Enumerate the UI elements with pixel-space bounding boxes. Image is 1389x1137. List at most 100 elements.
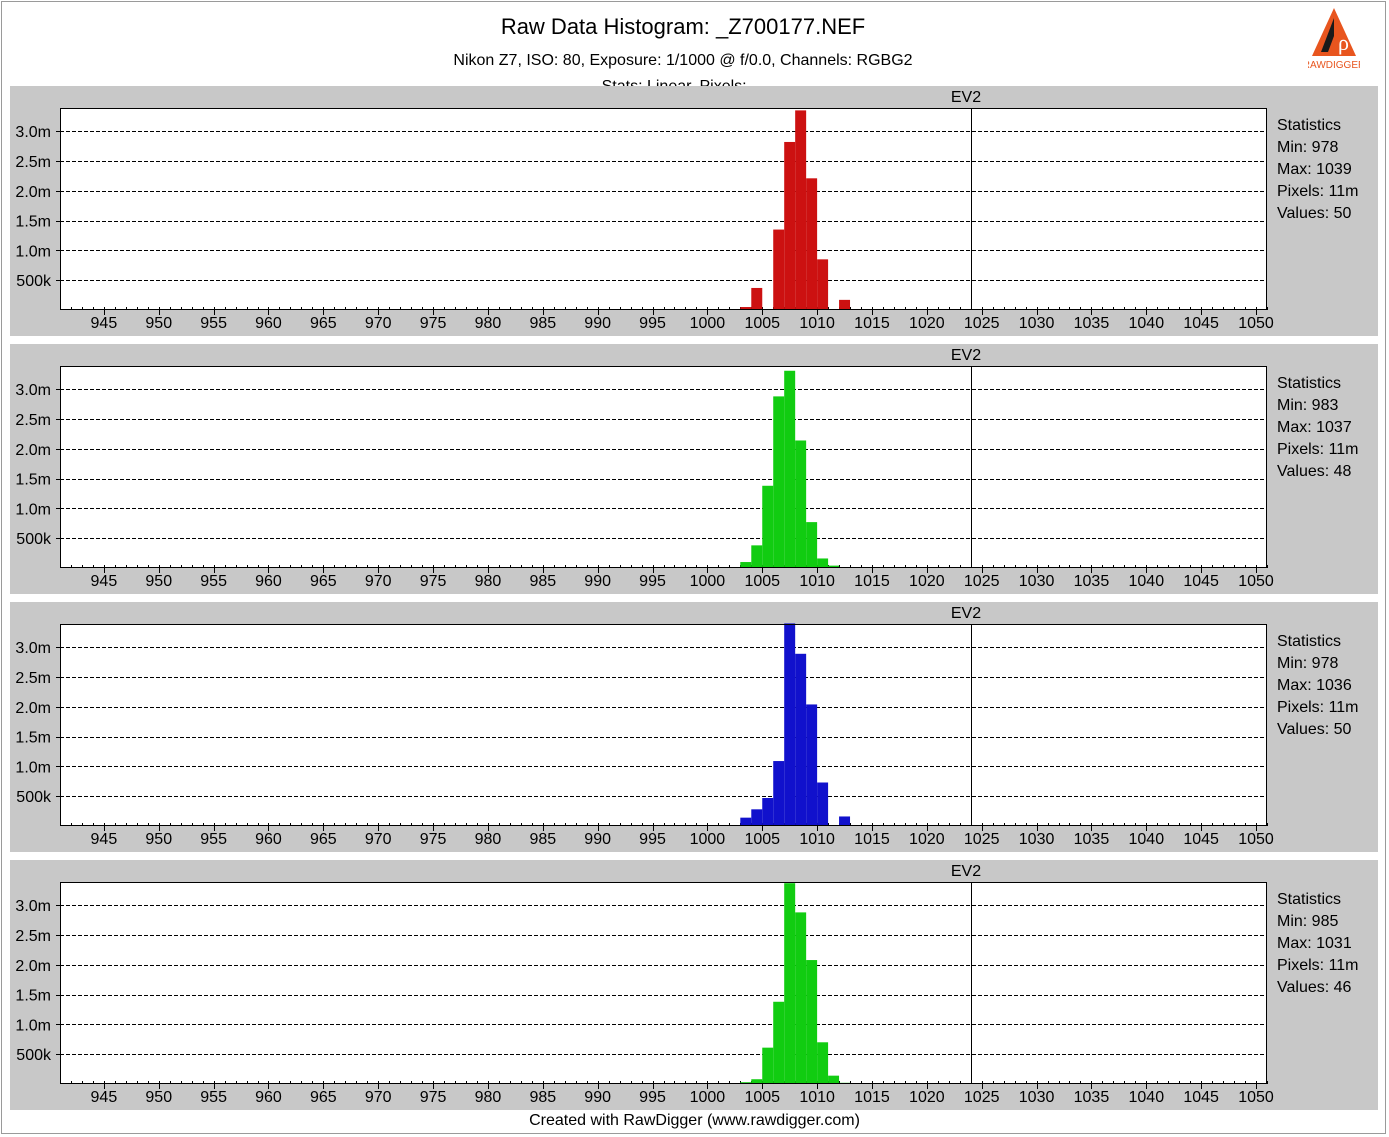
- x-tick-label: 985: [529, 573, 556, 590]
- x-tick-label: 1045: [1183, 315, 1219, 332]
- x-tick-label: 995: [639, 573, 666, 590]
- plot-area: [60, 108, 1267, 310]
- x-tick-label: 1035: [1074, 573, 1110, 590]
- y-tick-label: 3.0m: [15, 124, 51, 141]
- stats-pixels: Pixels: 11m: [1277, 957, 1359, 974]
- y-tick-label: 500k: [16, 789, 52, 806]
- footer-credit: Created with RawDigger (www.rawdigger.co…: [529, 1112, 860, 1129]
- stats-heading: Statistics: [1277, 633, 1342, 650]
- x-tick-label: 970: [365, 1089, 392, 1106]
- x-tick-label: 970: [365, 573, 392, 590]
- y-tick-label: 500k: [16, 273, 52, 290]
- histogram-bar: [762, 1047, 774, 1084]
- y-tick-label: 2.5m: [15, 670, 51, 687]
- y-tick-label: 3.0m: [15, 898, 51, 915]
- logo-text: RAWDIGGER: [1308, 60, 1360, 71]
- plot-area: [60, 624, 1267, 826]
- chart-title: EV2: [951, 863, 981, 880]
- histogram-panel-4: 500k 1.0m 1.5m 2.0m 2.5m 3.0m 945 950 955 960 965 9…: [10, 860, 1378, 1110]
- histogram-panel-3: 500k 1.0m 1.5m 2.0m 2.5m 3.0m 945 950 955 960 965 9…: [10, 602, 1378, 852]
- statistics-box-1: Statistics Min: 978 Max: 1039 Pixels: 11…: [1277, 115, 1359, 225]
- histogram-bar: [773, 1001, 785, 1084]
- x-tick-label: 1000: [690, 1089, 726, 1106]
- x-tick-label: 1010: [799, 1089, 835, 1106]
- stats-max: Max: 1031: [1277, 935, 1352, 952]
- x-tick-label: 990: [584, 831, 611, 848]
- stats-pixels: Pixels: 11m: [1277, 183, 1359, 200]
- stats-heading: Statistics: [1277, 375, 1342, 392]
- x-tick-label: 990: [584, 573, 611, 590]
- x-tick-label: 945: [91, 315, 118, 332]
- x-tick-label: 955: [200, 573, 227, 590]
- y-tick-label: 2.0m: [15, 700, 51, 717]
- histogram-bar: [795, 653, 807, 826]
- histogram-bar: [751, 809, 763, 826]
- x-tick-label: 1030: [1019, 831, 1055, 848]
- histogram-bar: [806, 522, 818, 568]
- y-tick-label: 1.5m: [15, 472, 51, 489]
- x-tick-label: 1025: [964, 831, 1000, 848]
- chart-title: EV2: [951, 605, 981, 622]
- x-tick-label: 1050: [1238, 1089, 1274, 1106]
- y-tick-label: 1.5m: [15, 214, 51, 231]
- x-tick-label: 955: [200, 315, 227, 332]
- y-tick-label: 2.5m: [15, 928, 51, 945]
- x-tick-label: 995: [639, 315, 666, 332]
- x-tick-label: 1030: [1019, 1089, 1055, 1106]
- x-tick-label: 945: [91, 1089, 118, 1106]
- y-tick-label: 1.0m: [15, 501, 51, 518]
- x-tick-label: 960: [255, 831, 282, 848]
- histogram-bar: [839, 299, 851, 310]
- stats-values: Values: 50: [1277, 205, 1352, 222]
- x-tick-label: 1050: [1238, 315, 1274, 332]
- stats-heading: Statistics: [1277, 117, 1342, 134]
- x-tick-label: 1015: [854, 573, 890, 590]
- histogram-bar: [828, 1075, 840, 1084]
- x-tick-label: 1020: [909, 1089, 945, 1106]
- y-tick-label: 1.5m: [15, 730, 51, 747]
- y-tick-label: 2.5m: [15, 154, 51, 171]
- x-tick-label: 950: [145, 1089, 172, 1106]
- x-tick-label: 990: [584, 315, 611, 332]
- y-tick-label: 500k: [16, 531, 52, 548]
- x-tick-label: 1020: [909, 573, 945, 590]
- logo-rho-glyph: ρ: [1338, 30, 1349, 55]
- x-tick-label: 985: [529, 831, 556, 848]
- stats-min: Min: 983: [1277, 397, 1339, 414]
- histogram-bar: [806, 704, 818, 826]
- histogram-panel-1: 500k 1.0m 1.5m 2.0m 2.5m 3.0m 945 950 955 960 965 9…: [10, 86, 1378, 336]
- stats-max: Max: 1037: [1277, 419, 1352, 436]
- x-tick-label: 950: [145, 315, 172, 332]
- x-tick-label: 995: [639, 1089, 666, 1106]
- y-tick-label: 2.0m: [15, 184, 51, 201]
- x-tick-label: 1020: [909, 315, 945, 332]
- x-tick-label: 1045: [1183, 1089, 1219, 1106]
- x-tick-label: 965: [310, 831, 337, 848]
- stats-max: Max: 1036: [1277, 677, 1352, 694]
- x-tick-label: 1015: [854, 1089, 890, 1106]
- chart-title: EV2: [951, 89, 981, 106]
- x-tick-label: 990: [584, 1089, 611, 1106]
- x-tick-label: 955: [200, 1089, 227, 1106]
- y-tick-label: 1.0m: [15, 243, 51, 260]
- x-tick-label: 1010: [799, 315, 835, 332]
- histogram-bar: [773, 761, 785, 826]
- x-tick-label: 975: [420, 1089, 447, 1106]
- x-tick-label: 1005: [744, 573, 780, 590]
- x-tick-label: 1030: [1019, 573, 1055, 590]
- x-tick-label: 1000: [690, 573, 726, 590]
- histogram-bar: [762, 485, 774, 568]
- x-tick-label: 1000: [690, 831, 726, 848]
- x-tick-label: 960: [255, 315, 282, 332]
- x-tick-label: 945: [91, 573, 118, 590]
- histogram-bar: [740, 817, 752, 826]
- x-tick-label: 1005: [744, 1089, 780, 1106]
- histogram-bar: [817, 782, 829, 826]
- x-tick-label: 975: [420, 831, 447, 848]
- x-tick-label: 1040: [1129, 831, 1165, 848]
- x-tick-label: 950: [145, 831, 172, 848]
- x-tick-label: 965: [310, 573, 337, 590]
- x-tick-label: 1020: [909, 831, 945, 848]
- plot-area: [60, 882, 1267, 1084]
- histogram-bar: [795, 440, 807, 568]
